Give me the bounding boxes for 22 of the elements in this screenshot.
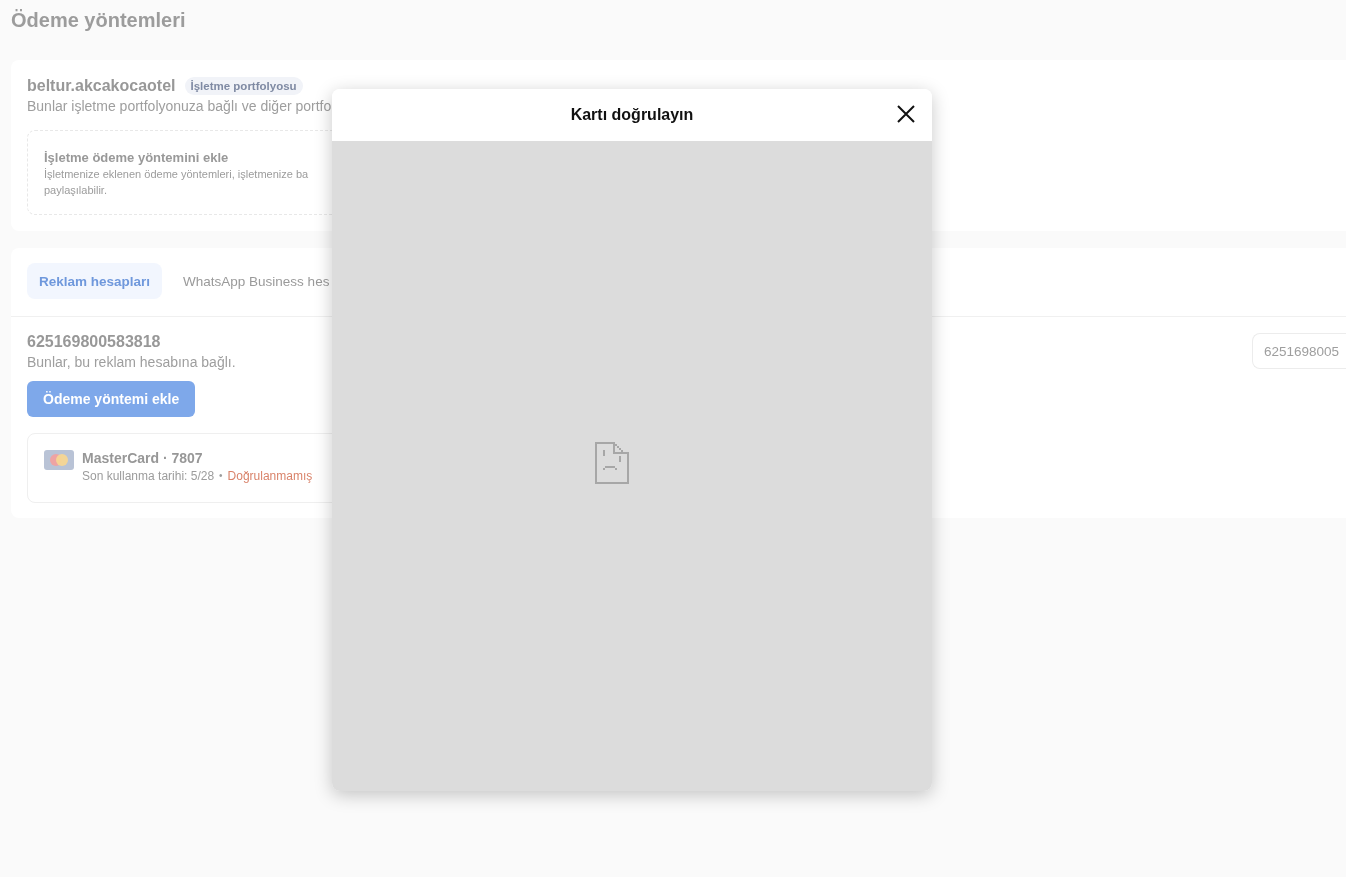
separator-dot: • <box>219 469 223 483</box>
close-button[interactable] <box>895 103 917 125</box>
sad-page-icon <box>595 442 629 484</box>
account-selector-field[interactable]: 6251698005 <box>1252 333 1346 369</box>
add-payment-method-button[interactable]: Ödeme yöntemi ekle <box>27 381 196 417</box>
portfolio-description: Bunlar işletme portfolyonuza bağlı ve diğer portfo <box>27 97 332 116</box>
payment-method-title: MasterCard · 7807 <box>82 449 203 467</box>
close-icon <box>897 105 915 123</box>
page-title: Ödeme yöntemleri <box>11 8 186 32</box>
card-logo-icon <box>44 450 74 470</box>
account-type-tab[interactable]: WhatsApp Business hes <box>171 263 342 299</box>
account-type-tab[interactable]: Reklam hesapları <box>27 263 163 299</box>
ad-account-description: Bunlar, bu reklam hesabına bağlı. <box>27 353 236 372</box>
ad-account-id: 625169800583818 <box>27 332 161 352</box>
add-option-description: İşletmenize eklenen ödeme yöntemleri, işletmenize ba <box>44 167 309 182</box>
add-option-description: paylaşılabilir. <box>44 183 107 198</box>
portfolio-name: beltur.akcakocaotel <box>27 76 176 96</box>
verification-status: Doğrulanmamış <box>227 468 313 485</box>
dialog-title: Kartı doğrulayın <box>570 106 694 124</box>
portfolio-badge: İşletme portfolyosu <box>184 77 303 95</box>
add-option-title: İşletme ödeme yöntemini ekle <box>44 150 229 166</box>
expiry-date: Son kullanma tarihi: 5/28 <box>82 468 215 485</box>
